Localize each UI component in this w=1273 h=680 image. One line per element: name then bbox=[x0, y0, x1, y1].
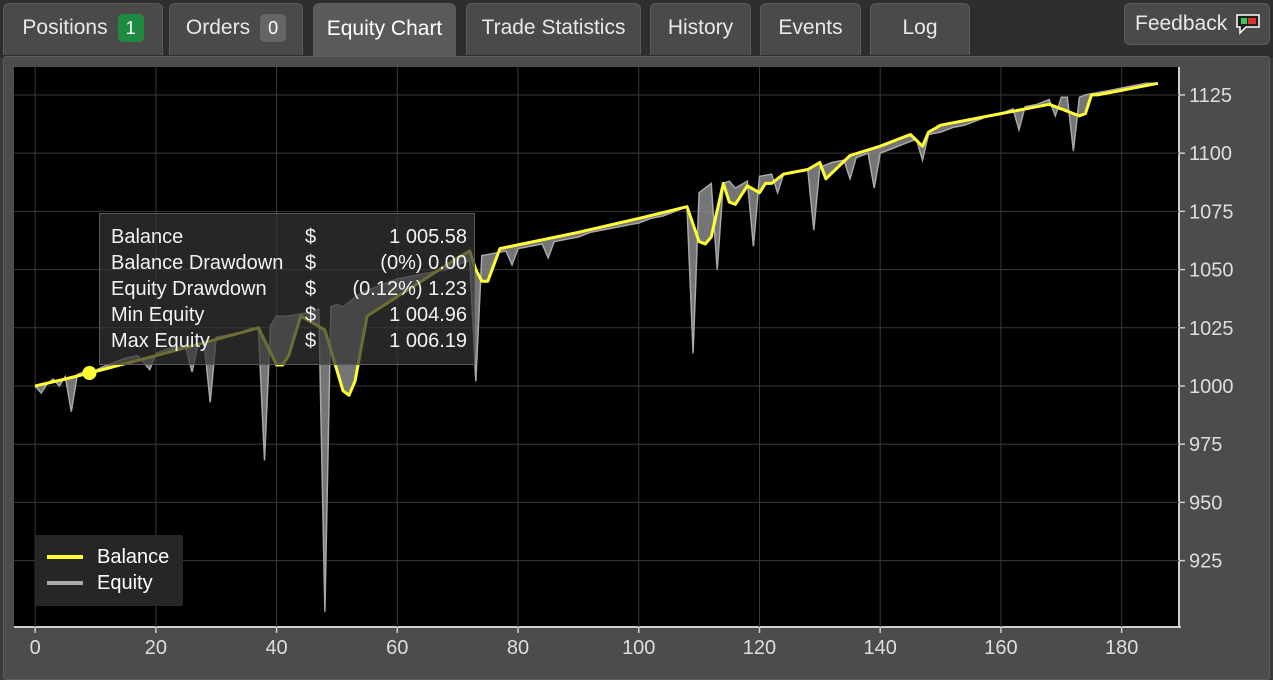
y-tick-label: 925 bbox=[1189, 551, 1222, 573]
legend-swatch-balance bbox=[47, 555, 83, 559]
x-tick-label: 40 bbox=[265, 637, 287, 659]
legend-label: Balance bbox=[97, 545, 170, 568]
tooltip-value: 1 006.19 bbox=[389, 330, 467, 352]
tooltip-value: (0.12%) 1.23 bbox=[352, 278, 467, 300]
y-tick-label: 1050 bbox=[1189, 260, 1234, 282]
y-tick-label: 1000 bbox=[1189, 376, 1234, 398]
tooltip-currency: $ bbox=[305, 252, 317, 274]
legend-swatch-equity bbox=[47, 581, 83, 585]
y-tick-label: 950 bbox=[1189, 492, 1222, 514]
x-tick-label: 120 bbox=[743, 637, 776, 659]
y-tick-label: 1025 bbox=[1189, 318, 1234, 340]
y-tick-label: 975 bbox=[1189, 434, 1222, 456]
tooltip-label: Max Equity bbox=[111, 330, 210, 352]
tooltip-value: 1 005.58 bbox=[389, 226, 467, 248]
x-tick-label: 180 bbox=[1105, 637, 1138, 659]
tooltip-label: Balance bbox=[111, 226, 184, 248]
data-tooltip: Balance $ 1 005.58 Balance Drawdown $ (0… bbox=[99, 213, 475, 365]
tooltip-currency: $ bbox=[305, 304, 317, 326]
tooltip-value: 1 004.96 bbox=[389, 304, 467, 326]
legend-item-balance[interactable]: Balance bbox=[47, 545, 169, 569]
tooltip-currency: $ bbox=[305, 330, 317, 352]
tooltip-row-balance-drawdown: Balance Drawdown $ (0%) 0.00 bbox=[111, 252, 467, 278]
tooltip-label: Equity Drawdown bbox=[111, 278, 267, 300]
y-tick-label: 1075 bbox=[1189, 201, 1234, 223]
y-axis-ticks: 925 950 975 1000 1025 1050 1075 1100 1125 bbox=[1179, 85, 1234, 573]
tooltip-currency: $ bbox=[305, 226, 317, 248]
hover-point-marker[interactable] bbox=[82, 366, 97, 381]
x-tick-label: 0 bbox=[30, 637, 41, 659]
tooltip-row-balance: Balance $ 1 005.58 bbox=[111, 226, 467, 252]
tooltip-currency: $ bbox=[305, 278, 317, 300]
x-tick-label: 80 bbox=[507, 637, 529, 659]
x-axis-ticks: 0 20 40 60 80 100 120 140 160 180 bbox=[30, 627, 1138, 659]
legend-item-equity[interactable]: Equity bbox=[47, 571, 153, 595]
tooltip-label: Min Equity bbox=[111, 304, 205, 326]
x-tick-label: 100 bbox=[622, 637, 655, 659]
x-tick-label: 20 bbox=[145, 637, 167, 659]
chart-legend: Balance Equity bbox=[35, 535, 183, 606]
y-tick-label: 1100 bbox=[1189, 143, 1232, 165]
x-tick-label: 160 bbox=[984, 637, 1017, 659]
x-tick-label: 140 bbox=[864, 637, 897, 659]
y-tick-label: 1125 bbox=[1189, 85, 1232, 107]
x-tick-label: 60 bbox=[386, 637, 408, 659]
tooltip-value: (0%) 0.00 bbox=[380, 252, 467, 274]
tooltip-label: Balance Drawdown bbox=[111, 252, 284, 274]
tooltip-row-min-equity: Min Equity $ 1 004.96 bbox=[111, 304, 467, 330]
tooltip-row-max-equity: Max Equity $ 1 006.19 bbox=[111, 330, 467, 356]
legend-label: Equity bbox=[97, 571, 153, 594]
tooltip-row-equity-drawdown: Equity Drawdown $ (0.12%) 1.23 bbox=[111, 278, 467, 304]
